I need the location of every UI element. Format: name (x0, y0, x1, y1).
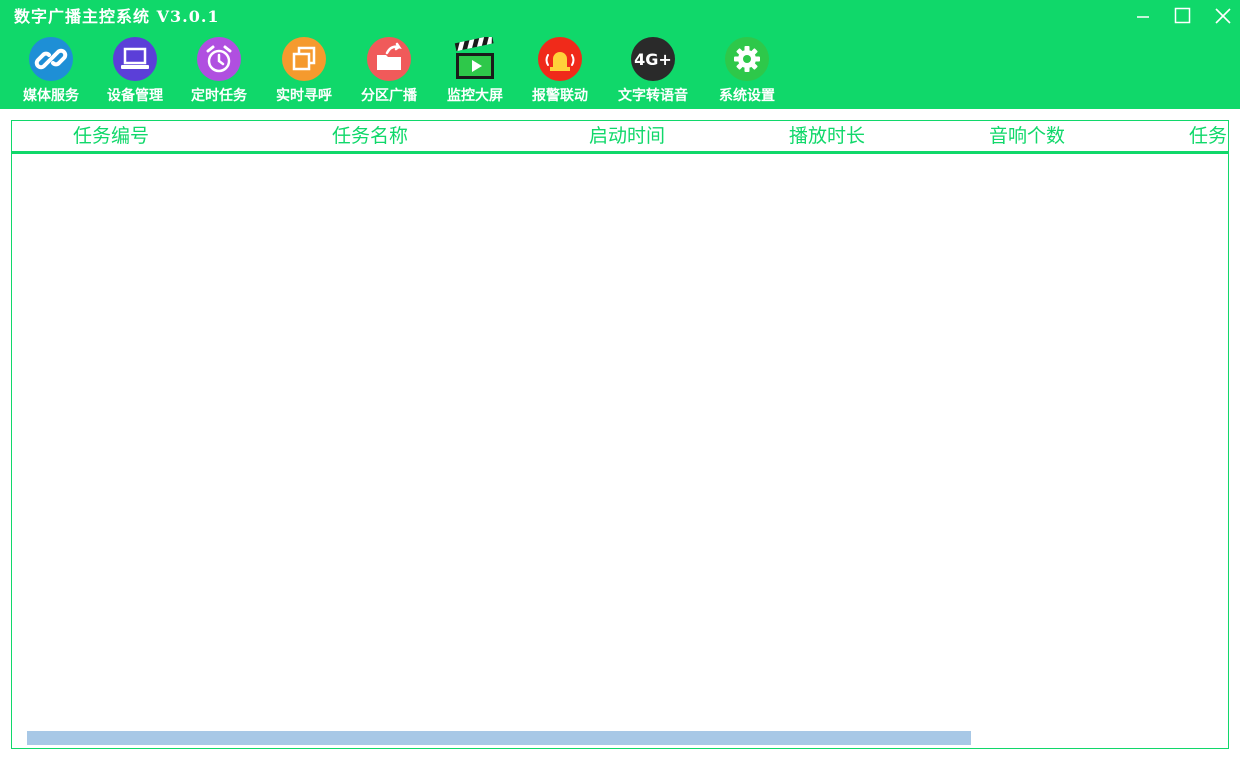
copy-window-icon (282, 37, 326, 81)
close-button[interactable] (1213, 6, 1233, 26)
column-header-task-id[interactable]: 任务编号 (73, 124, 149, 148)
toolbar-label: 监控大屏 (447, 88, 503, 104)
minimize-icon (1137, 16, 1149, 18)
toolbar-device-management[interactable]: 设备管理 (94, 36, 176, 108)
toolbar-label: 系统设置 (719, 88, 775, 104)
toolbar-monitor-screen[interactable]: 监控大屏 (434, 36, 516, 108)
clapperboard-icon (454, 37, 494, 79)
toolbar-label: 文字转语音 (618, 88, 688, 104)
alarm-bell-icon (538, 37, 582, 81)
svg-text:4G+: 4G+ (634, 50, 672, 69)
horizontal-scrollbar[interactable] (27, 731, 971, 745)
toolbar-scheduled-tasks[interactable]: 定时任务 (178, 36, 260, 108)
toolbar-label: 设备管理 (107, 88, 163, 104)
close-icon (1215, 8, 1231, 24)
title-bar-header: 数字广播主控系统 V3.0.1 媒体服务 设备管理 定时任务 实时寻呼 分区广播… (0, 0, 1240, 109)
toolbar-label: 分区广播 (361, 88, 417, 104)
toolbar-media-service[interactable]: 媒体服务 (10, 36, 92, 108)
4g-plus-icon: 4G+ (631, 37, 675, 81)
task-table: 任务编号 任务名称 启动时间 播放时长 音响个数 任务 (11, 120, 1229, 749)
toolbar-label: 媒体服务 (23, 88, 79, 104)
maximize-button[interactable] (1173, 6, 1193, 26)
column-header-task-more[interactable]: 任务 (1189, 124, 1227, 148)
app-title: 数字广播主控系统 V3.0.1 (14, 7, 220, 26)
maximize-icon (1174, 7, 1191, 24)
toolbar-text-to-speech[interactable]: 4G+ 文字转语音 (612, 36, 694, 108)
table-header-row: 任务编号 任务名称 启动时间 播放时长 音响个数 任务 (12, 121, 1228, 154)
toolbar-label: 报警联动 (532, 88, 588, 104)
table-body (12, 154, 1228, 748)
toolbar-system-settings[interactable]: 系统设置 (706, 36, 788, 108)
toolbar-label: 实时寻呼 (276, 88, 332, 104)
alarm-clock-icon (197, 37, 241, 81)
link-icon (29, 37, 73, 81)
toolbar-label: 定时任务 (191, 88, 247, 104)
column-header-speaker-count[interactable]: 音响个数 (989, 124, 1065, 148)
column-header-start-time[interactable]: 启动时间 (589, 124, 665, 148)
toolbar-alarm-linkage[interactable]: 报警联动 (519, 36, 601, 108)
minimize-button[interactable] (1134, 6, 1154, 26)
toolbar-zone-broadcast[interactable]: 分区广播 (348, 36, 430, 108)
folder-share-icon (367, 37, 411, 81)
column-header-play-duration[interactable]: 播放时长 (789, 124, 865, 148)
toolbar-realtime-paging[interactable]: 实时寻呼 (263, 36, 345, 108)
gear-icon (725, 37, 769, 81)
column-header-task-name[interactable]: 任务名称 (332, 124, 408, 148)
laptop-icon (113, 37, 157, 81)
